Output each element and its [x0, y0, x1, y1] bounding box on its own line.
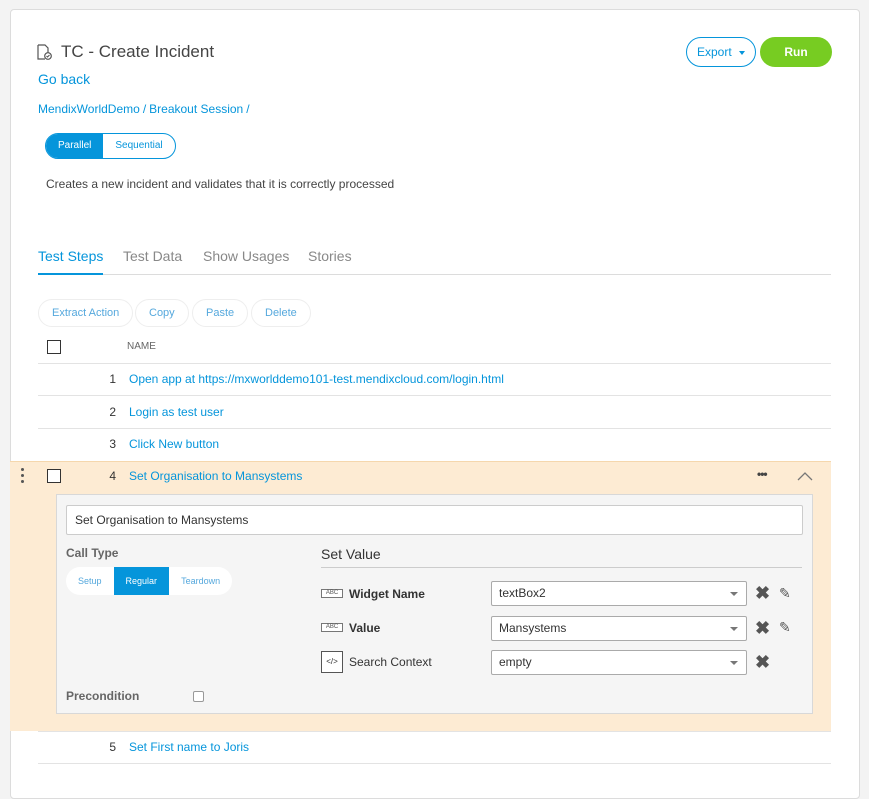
- clear-icon[interactable]: ✖: [755, 583, 770, 604]
- delete-button[interactable]: Delete: [251, 299, 311, 327]
- breadcrumb-item-project[interactable]: MendixWorldDemo: [38, 102, 140, 116]
- document-check-icon: [37, 44, 52, 60]
- step-number: 4: [109, 469, 116, 483]
- code-type-icon: </>: [321, 651, 343, 673]
- page-title: TC - Create Incident: [61, 42, 215, 61]
- clear-icon[interactable]: ✖: [755, 618, 770, 639]
- caret-down-icon: [730, 661, 738, 665]
- call-type-label: Call Type: [66, 546, 119, 560]
- step-name-link[interactable]: Open app at https://mxworlddemo101-test.…: [129, 372, 504, 386]
- search-context-select[interactable]: empty: [491, 650, 747, 675]
- edit-pencil-icon[interactable]: ✎: [779, 619, 791, 636]
- step-name-input[interactable]: Set Organisation to Mansystems: [66, 505, 803, 535]
- select-value: textBox2: [499, 586, 546, 600]
- row-divider: [38, 395, 831, 396]
- caret-down-icon: [730, 627, 738, 631]
- clear-icon[interactable]: ✖: [755, 652, 770, 673]
- action-divider: [321, 567, 802, 568]
- mode-sequential[interactable]: Sequential: [103, 134, 174, 158]
- value-select[interactable]: Mansystems: [491, 616, 747, 641]
- param-label: Widget Name: [349, 587, 425, 601]
- step-checkbox[interactable]: [47, 469, 61, 483]
- copy-button[interactable]: Copy: [135, 299, 189, 327]
- call-type-toggle: Setup Regular Teardown: [66, 567, 233, 595]
- step-number: 1: [109, 372, 116, 386]
- extract-action-button[interactable]: Extract Action: [38, 299, 134, 327]
- step-name-link[interactable]: Set Organisation to Mansystems: [129, 469, 302, 483]
- test-case-description: Creates a new incident and validates tha…: [46, 177, 395, 191]
- step-name-link[interactable]: Click New button: [129, 437, 219, 451]
- export-label: Export: [696, 45, 732, 59]
- text-type-icon: ABC: [321, 623, 343, 632]
- go-back-link[interactable]: Go back: [38, 71, 90, 87]
- step-number: 3: [109, 437, 116, 451]
- export-button[interactable]: Export: [686, 37, 756, 67]
- call-type-regular[interactable]: Regular: [113, 567, 170, 595]
- drag-handle-icon[interactable]: [21, 468, 25, 484]
- execution-mode-toggle: Parallel Sequential: [45, 133, 176, 159]
- step-name-link[interactable]: Set First name to Joris: [129, 740, 249, 754]
- breadcrumb-item-folder[interactable]: Breakout Session: [149, 102, 243, 116]
- column-header-name: NAME: [127, 341, 156, 352]
- chevron-up-icon[interactable]: [797, 471, 813, 481]
- select-value: Mansystems: [499, 621, 567, 635]
- mode-parallel[interactable]: Parallel: [46, 134, 104, 158]
- row-divider: [38, 428, 831, 429]
- breadcrumb: MendixWorldDemo / Breakout Session /: [38, 102, 253, 116]
- run-button[interactable]: Run: [760, 37, 832, 67]
- tab-test-data[interactable]: Test Data: [123, 248, 182, 275]
- precondition-checkbox[interactable]: [193, 691, 204, 702]
- breadcrumb-separator: /: [142, 102, 147, 116]
- row-divider: [38, 731, 831, 732]
- row-divider: [38, 763, 831, 764]
- caret-down-icon: [739, 50, 746, 55]
- widget-name-select[interactable]: textBox2: [491, 581, 747, 606]
- call-type-teardown[interactable]: Teardown: [169, 567, 232, 595]
- call-type-setup[interactable]: Setup: [66, 567, 114, 595]
- step-number: 2: [109, 405, 116, 419]
- tab-stories[interactable]: Stories: [308, 248, 352, 275]
- paste-button[interactable]: Paste: [192, 299, 249, 327]
- select-all-checkbox[interactable]: [47, 340, 61, 354]
- tab-bar: Test Steps Test Data Show Usages Stories: [38, 248, 831, 275]
- param-label: Value: [349, 621, 381, 635]
- precondition-label: Precondition: [66, 689, 140, 703]
- step-name-link[interactable]: Login as test user: [129, 405, 224, 419]
- text-type-icon: ABC: [321, 589, 343, 598]
- tab-test-steps[interactable]: Test Steps: [38, 248, 104, 275]
- action-title: Set Value: [321, 546, 381, 562]
- step-number: 5: [109, 740, 116, 754]
- tab-show-usages[interactable]: Show Usages: [203, 248, 289, 275]
- edit-pencil-icon[interactable]: ✎: [779, 585, 791, 602]
- row-divider: [38, 363, 831, 364]
- more-options-icon[interactable]: •••: [757, 467, 768, 481]
- param-label: Search Context: [349, 655, 432, 669]
- breadcrumb-separator: /: [246, 102, 250, 116]
- select-value: empty: [499, 655, 532, 669]
- caret-down-icon: [730, 592, 738, 596]
